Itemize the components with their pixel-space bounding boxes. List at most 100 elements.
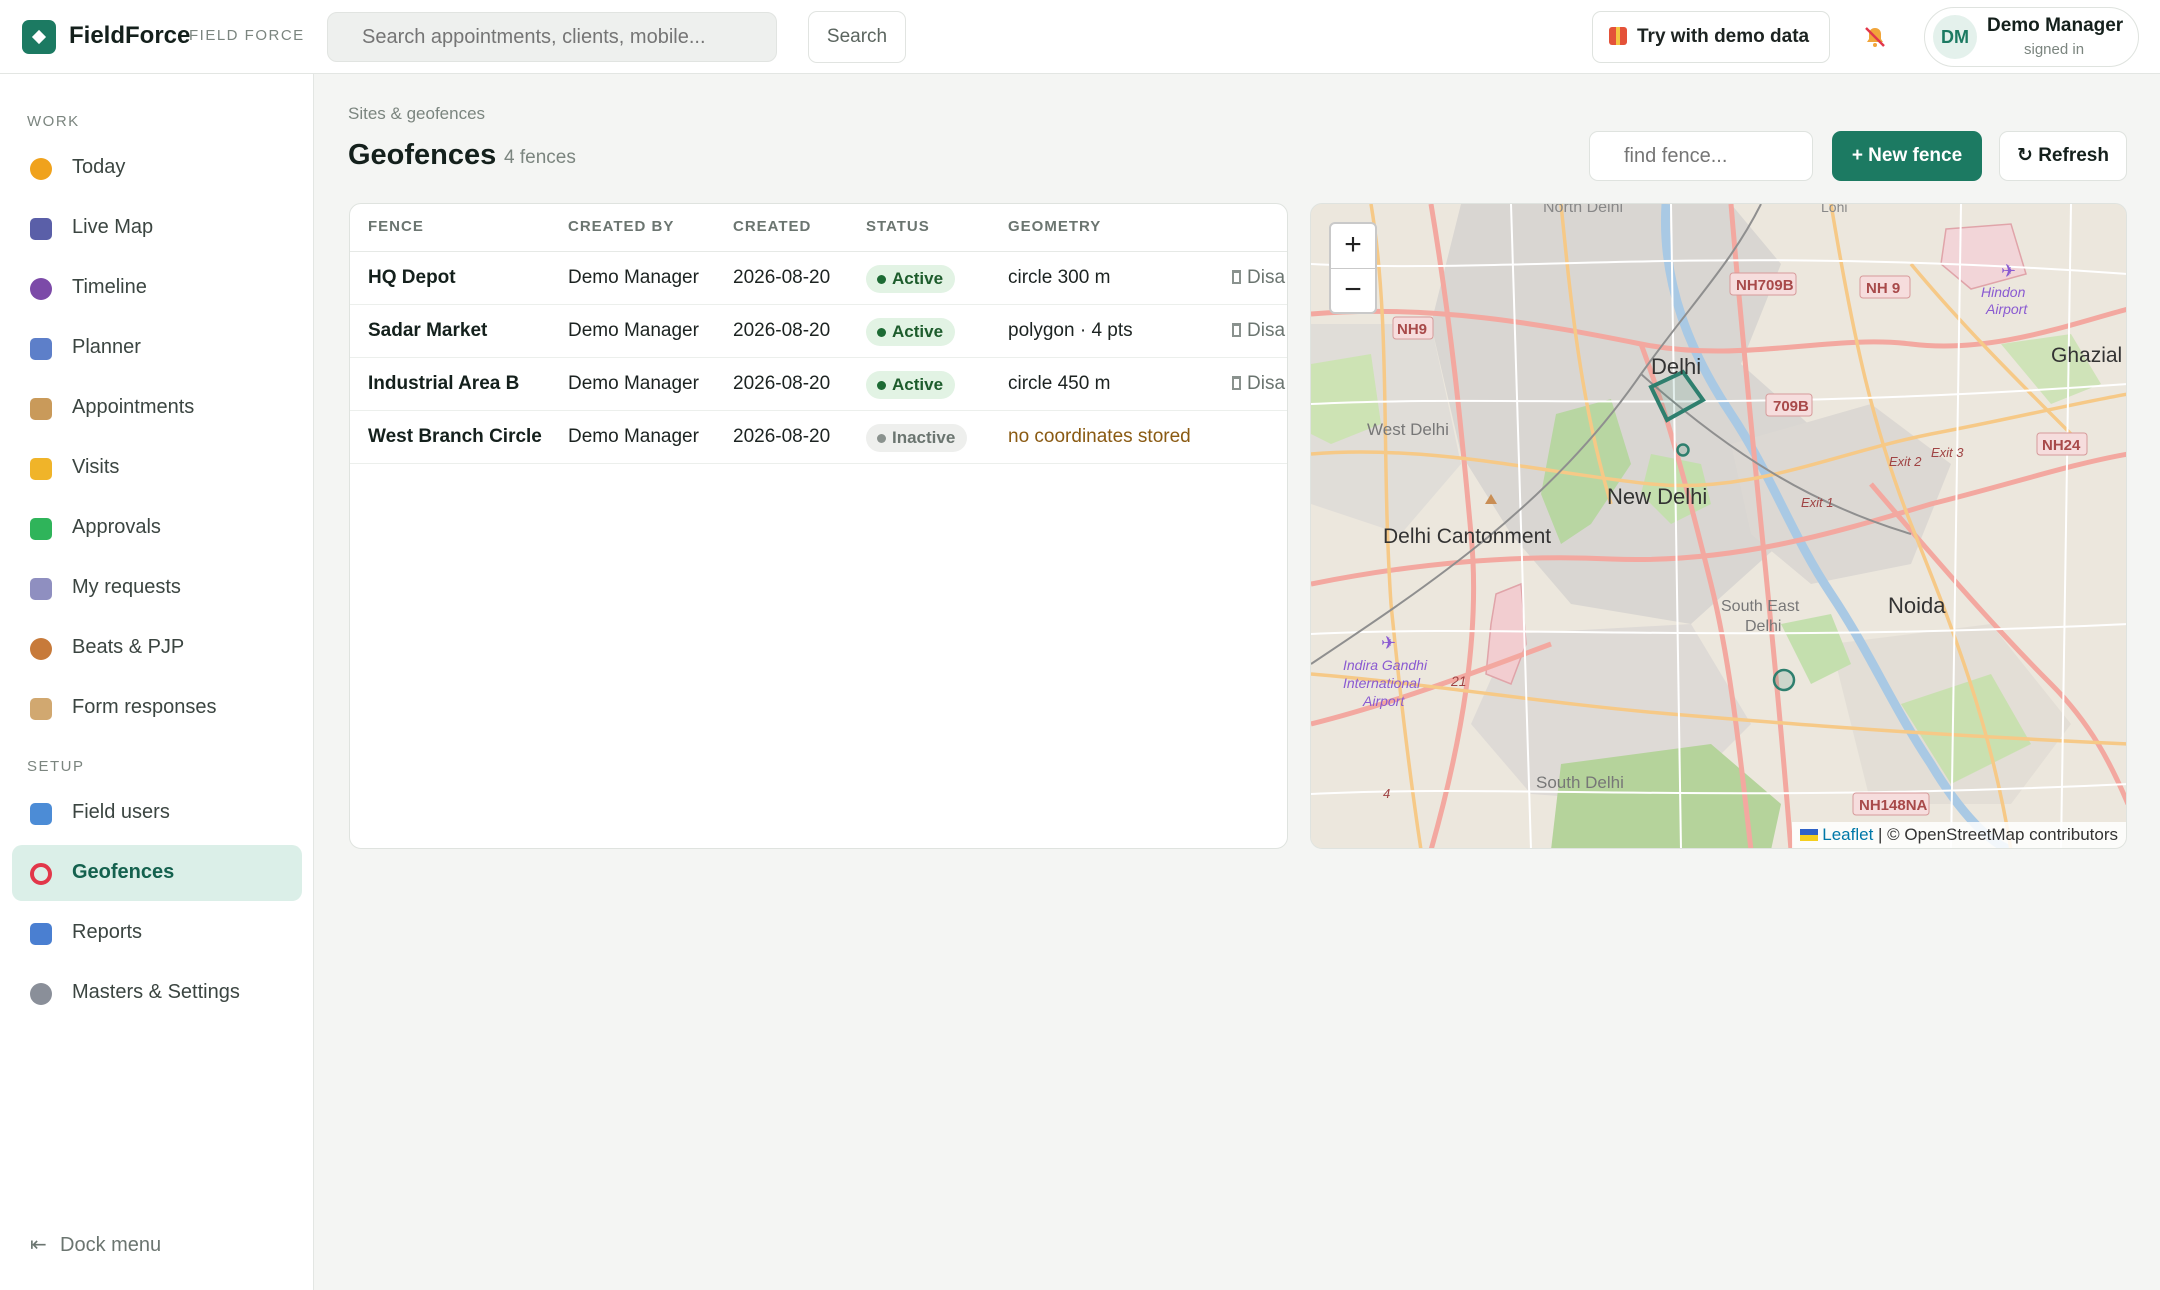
page-title: Geofences [348,139,497,171]
table-row[interactable]: West Branch Circle Demo Manager 2026-08-20… [350,411,1287,464]
table-row[interactable]: Industrial Area B Demo Manager 2026-08-20 A… [350,358,1287,411]
fence-name[interactable]: West Branch Circle [368,426,542,448]
column-header-geometry[interactable]: GEOMETRY [1008,218,1101,235]
status-badge: Active [866,318,956,346]
sidebar-item-appointments[interactable]: Appointments [12,380,302,436]
new-fence-button[interactable]: + New fence [1832,131,1982,181]
map-tiles[interactable]: ✈ ✈ NH709B NH 9 NH9 709B NH24 NH148NA No… [1311,204,2127,849]
disable-label: Disa [1247,267,1286,288]
sidebar-item-label: Field users [72,801,170,823]
stopwatch-icon [30,278,52,300]
sidebar-item-masters-settings[interactable]: Masters & Settings [12,965,302,1021]
dock-arrow-icon: ⇤ [30,1234,47,1256]
label-igi-international: International [1343,675,1421,691]
fieldforce-logo-icon[interactable] [22,20,56,54]
label-igi-airport: Airport [1362,693,1405,709]
handshake-icon [30,458,52,480]
sidebar-item-approvals[interactable]: Approvals [12,500,302,556]
column-header-created-by[interactable]: CREATED BY [568,218,674,235]
label-new-delhi: New Delhi [1607,484,1707,509]
zoom-out-button[interactable]: − [1331,269,1375,313]
geometry: polygon · 4 pts [1008,320,1133,341]
ring-icon [30,863,52,885]
svg-text:✈: ✈ [2001,261,2016,282]
bell-muted-icon[interactable] [1863,25,1887,49]
zoom-in-button[interactable]: + [1331,224,1375,268]
disable-button[interactable]: Disa [1232,373,1285,395]
label-delhi: Delhi [1651,354,1701,379]
created-by: Demo Manager [568,373,699,394]
label-4: 4 [1383,786,1390,801]
column-header-fence[interactable]: FENCE [368,218,424,235]
label-exit-1: Exit 1 [1801,495,1834,510]
shield-nh24: NH24 [2042,437,2081,454]
dock-menu-button[interactable]: ⇤ Dock menu [30,1232,161,1257]
label-ghazial: Ghazial [2051,344,2122,367]
disable-label: Disa [1247,373,1286,394]
try-demo-data-label: Try with demo data [1637,26,1810,47]
sidebar-item-beats-pjp[interactable]: Beats & PJP [12,620,302,676]
sidebar-item-label: Beats & PJP [72,636,185,658]
sidebar-item-geofences[interactable]: Geofences [12,845,302,901]
disable-button[interactable]: Disa [1232,267,1285,289]
geometry: circle 450 m [1008,373,1111,394]
breadcrumb[interactable]: Sites & geofences [348,104,485,124]
fence-name[interactable]: Industrial Area B [368,373,519,395]
sidebar-item-timeline[interactable]: Timeline [12,260,302,316]
table-row[interactable]: HQ Depot Demo Manager 2026-08-20 Active circ… [350,252,1287,305]
sidebar-item-reports[interactable]: Reports [12,905,302,961]
sidebar-item-my-requests[interactable]: My requests [12,560,302,616]
user-menu[interactable]: DM Demo Manager signed in [1924,7,2139,67]
table-row[interactable]: Sadar Market Demo Manager 2026-08-20 Active… [350,305,1287,358]
brand-subtitle: FIELD FORCE [189,27,305,44]
sidebar-item-live-map[interactable]: Live Map [12,200,302,256]
top-bar: FieldForce FIELD FORCE ⌕ Search Try with… [0,0,2160,74]
label-lohi: Lohi [1821,204,1847,215]
zoom-control: + − [1329,222,1377,314]
leaflet-link[interactable]: Leaflet [1822,825,1873,844]
svg-text:✈: ✈ [1381,633,1396,654]
disable-button[interactable]: Disa [1232,320,1285,342]
created-date: 2026-08-20 [733,373,831,394]
fence-name[interactable]: Sadar Market [368,320,487,342]
bar-chart-icon [30,923,52,945]
sidebar-item-planner[interactable]: Planner [12,320,302,376]
sidebar-item-today[interactable]: Today [12,140,302,196]
search-button[interactable]: Search [808,11,906,63]
created-by: Demo Manager [568,426,699,447]
geometry: no coordinates stored [1008,426,1191,447]
ukraine-flag-icon [1800,829,1819,841]
geofence-map[interactable]: ✈ ✈ NH709B NH 9 NH9 709B NH24 NH148NA No… [1310,203,2127,849]
label-south-delhi: South Delhi [1536,773,1624,792]
trash-icon [1232,376,1241,390]
shield-nh9-west: NH9 [1397,321,1427,338]
try-demo-data-button[interactable]: Try with demo data [1592,11,1830,63]
status-badge: Active [866,371,956,399]
status-badge: Inactive [866,424,968,452]
column-header-status[interactable]: STATUS [866,218,930,235]
sidebar-item-label: Geofences [72,861,175,883]
label-hindon: Hindon [1981,284,2026,300]
created-date: 2026-08-20 [733,426,831,447]
label-north-delhi: North Delhi [1543,204,1623,216]
created-by: Demo Manager [568,267,699,288]
label-exit-3: Exit 3 [1931,445,1964,460]
created-date: 2026-08-20 [733,267,831,288]
id-card-icon [30,803,52,825]
find-fence-input[interactable] [1589,131,1813,181]
global-search-input[interactable] [327,12,777,62]
shield-nh148na: NH148NA [1859,797,1928,814]
geometry: circle 300 m [1008,267,1111,288]
refresh-button[interactable]: ↻ Refresh [1999,131,2127,181]
dock-menu-label: Dock menu [60,1234,162,1256]
sidebar-item-label: Timeline [72,276,147,298]
fence-name[interactable]: HQ Depot [368,267,456,289]
column-header-created[interactable]: CREATED [733,218,811,235]
label-south-east-delhi: Delhi [1745,618,1781,635]
sidebar-item-field-users[interactable]: Field users [12,785,302,841]
sidebar-item-form-responses[interactable]: Form responses [12,680,302,736]
brand-name[interactable]: FieldForce [69,22,190,50]
sidebar-item-label: Appointments [72,396,195,418]
label-delhi-cantonment: Delhi Cantonment [1383,525,1551,548]
sidebar-item-visits[interactable]: Visits [12,440,302,496]
